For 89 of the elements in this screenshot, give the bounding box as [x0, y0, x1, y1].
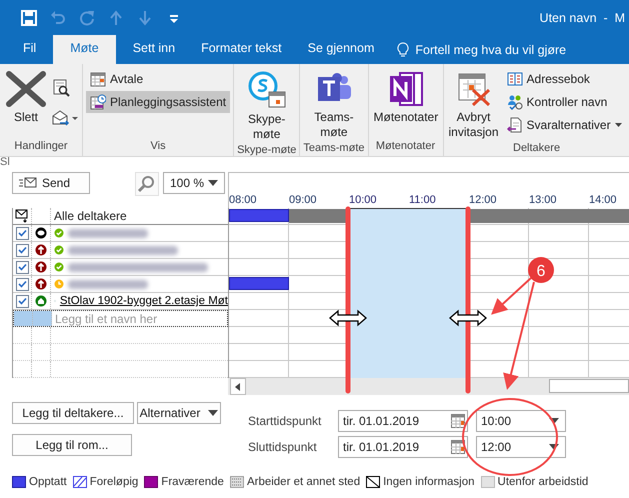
checkbox[interactable] — [16, 278, 28, 290]
group-label: Handlinger — [13, 140, 69, 154]
zoom-select[interactable]: 100 % — [163, 172, 225, 194]
hour-label: 14:00 — [589, 194, 617, 206]
envelope-sort-icon[interactable] — [15, 209, 29, 223]
ribbon-button[interactable]: Adressebok — [502, 68, 627, 90]
required-attendee-icon[interactable] — [35, 261, 47, 273]
legend-label: Fraværende — [161, 476, 224, 488]
dropdown-arrow-icon — [208, 410, 218, 416]
scroll-left-button[interactable] — [230, 378, 246, 395]
dropdown-arrow-icon — [208, 180, 218, 186]
hour-label: 11:00 — [409, 194, 436, 206]
notebook-icon — [388, 70, 424, 108]
resize-cursor-icon — [449, 310, 487, 326]
ribbon-tab[interactable]: Møte — [53, 35, 116, 64]
ribbon-button[interactable]: Teams-møte — [303, 68, 364, 142]
legend-label: Utenfor arbeidstid — [498, 476, 588, 488]
add-name-field[interactable]: Legg til et navn her — [55, 312, 225, 326]
ribbon-button[interactable]: Skype-møte — [237, 68, 296, 144]
hour-label: 12:00 — [469, 194, 497, 206]
field-label: Sluttidspunkt — [248, 440, 318, 454]
legend-label: Opptatt — [29, 476, 67, 488]
time-field[interactable]: 10:00 — [476, 410, 566, 432]
lightbulb-icon — [397, 42, 410, 58]
section-label: Sl — [0, 157, 11, 170]
date-field[interactable]: tir. 01.01.2019 — [338, 410, 468, 432]
ribbon-tab[interactable]: Formater tekst — [188, 35, 295, 64]
x-icon — [5, 70, 47, 108]
checkbox[interactable] — [16, 244, 28, 256]
group-label: Skype-møte — [237, 144, 296, 156]
checkbox[interactable] — [16, 260, 28, 274]
ribbon-button[interactable]: Planleggingsassistent — [86, 91, 230, 113]
callout-badge: 6 — [528, 257, 554, 283]
people-check-icon — [506, 94, 523, 110]
legend-label: Ingen informasjon — [383, 476, 475, 488]
document-arrow-icon — [506, 117, 523, 133]
date-field[interactable]: tir. 01.01.2019 — [338, 436, 468, 458]
send-envelope-icon — [19, 177, 37, 189]
ribbon-button[interactable]: Møtenotater — [372, 68, 440, 140]
calendar-icon — [90, 71, 106, 87]
ribbon-tab[interactable]: Fil — [10, 35, 50, 64]
required-attendee-icon[interactable] — [35, 278, 47, 290]
organizer-icon[interactable] — [35, 227, 47, 239]
options-button[interactable]: Alternativer — [137, 402, 221, 424]
skype-calendar-icon — [246, 70, 287, 110]
hour-label: 10:00 — [349, 194, 377, 206]
hour-label: 13:00 — [529, 194, 557, 206]
group-label: Deltakere — [512, 142, 562, 156]
window-title: Uten navn - M — [540, 10, 625, 24]
add-attendees-button[interactable]: Legg til deltakere... — [12, 402, 134, 424]
dropdown-arrow-icon — [549, 444, 559, 450]
ribbon-button[interactable]: Kontroller navn — [502, 91, 627, 113]
send-button[interactable]: Send — [12, 172, 90, 194]
hour-label: 09:00 — [289, 194, 317, 206]
hour-label: 08:00 — [229, 194, 257, 206]
checkbox[interactable] — [16, 226, 28, 240]
ribbon-tab[interactable]: Se gjennom — [294, 35, 388, 64]
group-label: Vis — [149, 140, 167, 154]
group-label: Møtenotater — [374, 140, 436, 154]
save-icon[interactable] — [20, 8, 38, 26]
address-book-icon — [506, 71, 523, 87]
group-label: Teams-møte — [303, 142, 364, 156]
ribbon-button[interactable]: Svaralternativer — [502, 114, 627, 136]
attendee-name[interactable]: StOlav 1902-bygget 2.etasje Møt — [60, 295, 228, 307]
ribbon-button[interactable]: Avtale — [86, 68, 230, 90]
required-attendee-icon[interactable] — [35, 244, 47, 256]
field-label: Starttidspunkt — [248, 414, 322, 428]
envelope-arrow-icon[interactable] — [51, 108, 79, 128]
scroll-left-icon — [235, 382, 241, 390]
document-search-icon[interactable] — [51, 78, 71, 98]
ribbon-button[interactable]: Slett — [3, 68, 49, 140]
tell-me-search[interactable]: Fortell meg hva du vil gjøre — [387, 35, 566, 64]
scrollbar-thumb[interactable] — [549, 379, 629, 393]
checkbox[interactable] — [16, 294, 28, 308]
legend-label: Arbeider et annet sted — [246, 476, 360, 488]
calendar-clock-icon — [90, 94, 106, 110]
calendar-icon[interactable] — [451, 440, 465, 454]
add-name-row[interactable]: Legg til et navn her — [13, 310, 228, 327]
dropdown-arrow-icon — [549, 418, 559, 424]
room-icon[interactable] — [35, 295, 47, 307]
calendar-icon[interactable] — [451, 414, 465, 428]
resize-cursor-icon — [329, 310, 367, 326]
legend-label: Foreløpig — [90, 476, 138, 488]
ribbon-button[interactable]: Avbryt invitasjon — [446, 68, 501, 142]
ribbon-tab[interactable]: Sett inn — [120, 35, 188, 64]
search-icon[interactable] — [135, 172, 159, 196]
add-room-button[interactable]: Legg til rom... — [12, 434, 132, 456]
column-header: Alle deltakere — [54, 209, 127, 223]
time-field[interactable]: 12:00 — [476, 436, 566, 458]
